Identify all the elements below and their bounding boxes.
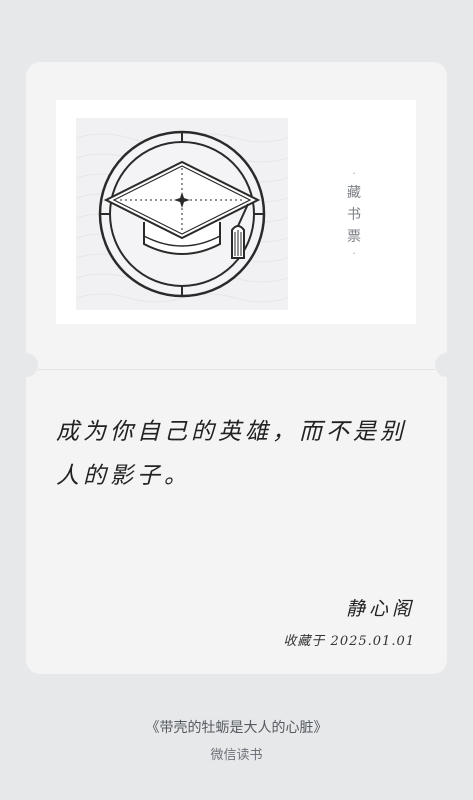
quote-text[interactable]: 成为你自己的英雄，而不是别人的影子。: [56, 410, 426, 498]
book-title[interactable]: 《带壳的牡蛎是大人的心脏》: [0, 717, 473, 737]
ticket-notch-left: [14, 353, 38, 377]
collected-date: 收藏于 2025.01.01: [283, 634, 415, 649]
label-dot-bottom: ·: [352, 249, 356, 260]
label-char-1: 藏: [347, 185, 361, 201]
stamp-perforation-left: [52, 105, 55, 315]
label-char-3: 票: [347, 229, 361, 245]
card-divider: [38, 369, 435, 370]
graduation-cap-icon: [76, 118, 288, 310]
ticket-notch-right: [435, 353, 459, 377]
stamp-perforation-right: [417, 105, 420, 315]
bookplate-label: · 藏 书 票 ·: [340, 168, 368, 262]
app-name: 微信读书: [210, 748, 263, 763]
bookplate-card: · 藏 书 票 · 成为你自己的英雄，而不是别人的影子。 静心阁 收藏于 202…: [26, 62, 447, 674]
author-signature: 静心阁: [345, 598, 415, 620]
label-dot-top: ·: [352, 169, 356, 180]
bookplate-stamp: · 藏 书 票 ·: [52, 100, 420, 324]
label-char-2: 书: [347, 207, 361, 223]
